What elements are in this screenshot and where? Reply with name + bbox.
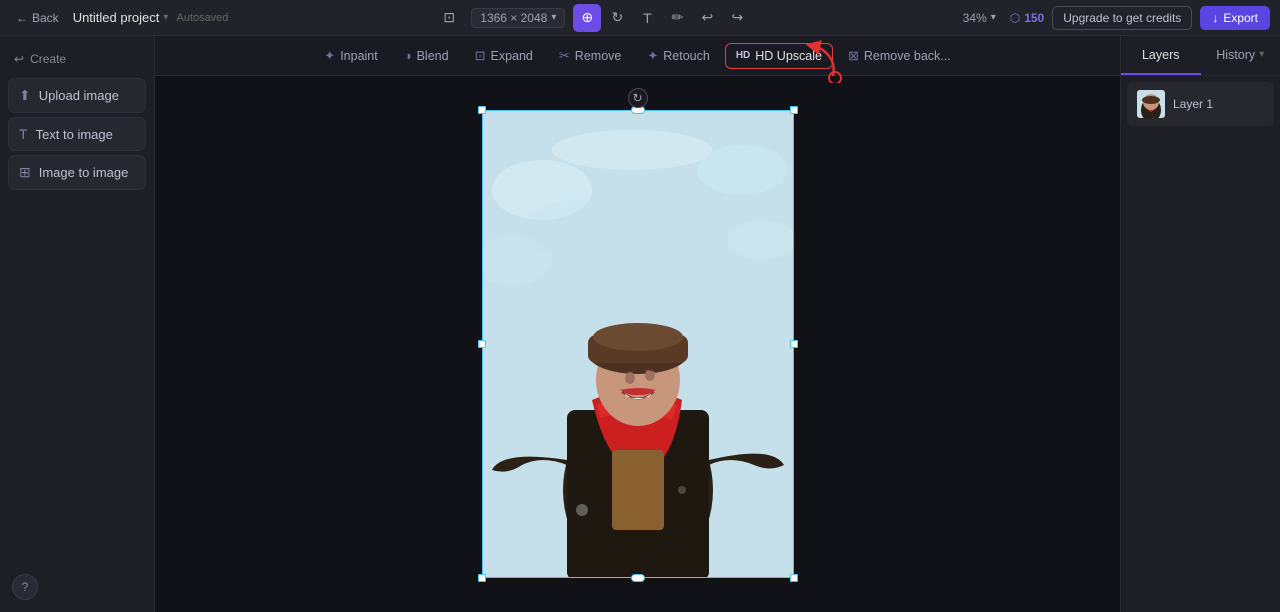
hd-upscale-tab[interactable]: HD HD Upscale xyxy=(725,43,833,69)
inpaint-icon: ✦ xyxy=(324,48,335,64)
select-tool-button[interactable]: ⊕ xyxy=(573,4,601,32)
handle-middle-left[interactable] xyxy=(478,340,486,348)
text-to-image-button[interactable]: T Text to image xyxy=(8,117,146,151)
expand-label: Expand xyxy=(490,49,532,63)
text-to-image-label: Text to image xyxy=(36,127,113,142)
upgrade-button[interactable]: Upgrade to get credits xyxy=(1052,6,1192,30)
redo-button[interactable]: ↪ xyxy=(723,4,751,32)
image-to-image-label: Image to image xyxy=(39,165,129,180)
remove-icon: ✂ xyxy=(559,48,570,64)
remove-bg-icon: ⊠ xyxy=(848,48,859,64)
back-label: Back xyxy=(32,11,59,25)
handle-top-right[interactable] xyxy=(790,106,798,114)
text-tool-button[interactable]: T xyxy=(633,4,661,32)
topbar-right: 34% ▾ ⬡ 150 Upgrade to get credits ↓ Exp… xyxy=(957,6,1270,30)
export-button[interactable]: ↓ Export xyxy=(1200,6,1270,30)
handle-top-left[interactable] xyxy=(478,106,486,114)
remove-background-label: Remove back... xyxy=(864,49,951,63)
layers-tab[interactable]: Layers xyxy=(1121,36,1201,75)
remove-background-tab[interactable]: ⊠ Remove back... xyxy=(837,42,962,70)
chevron-down-icon: ▾ xyxy=(163,12,168,23)
topbar: ← Back Untitled project ▾ Autosaved ⊡ 13… xyxy=(0,0,1280,36)
project-title: Untitled project xyxy=(73,10,160,25)
dimensions-value: 1366 × 2048 xyxy=(480,11,547,25)
inpaint-label: Inpaint xyxy=(340,49,378,63)
hd-upscale-label: HD Upscale xyxy=(755,49,822,63)
remove-label: Remove xyxy=(575,49,622,63)
undo-button[interactable]: ↩ xyxy=(693,4,721,32)
credits-value: 150 xyxy=(1024,11,1044,25)
canvas-area: ✦ Inpaint ◑ Blend ⊡ Expand ✂ Remove ✦ Re… xyxy=(155,36,1120,612)
rotate-handle[interactable]: ↻ xyxy=(628,88,648,108)
chevron-down-icon: ▾ xyxy=(551,12,556,23)
retouch-tab[interactable]: ✦ Retouch xyxy=(636,42,720,70)
export-label: Export xyxy=(1223,11,1258,25)
project-name[interactable]: Untitled project ▾ xyxy=(73,10,169,25)
image-to-image-button[interactable]: ⊞ Image to image xyxy=(8,155,146,190)
toolbar-icons: ⊡ xyxy=(435,4,463,32)
blend-tab[interactable]: ◑ Blend xyxy=(393,42,460,69)
back-button[interactable]: ← Back xyxy=(10,8,65,28)
upload-icon: ⬆ xyxy=(19,87,31,104)
history-label: History xyxy=(1216,48,1255,62)
canvas-image-container[interactable]: ↻ xyxy=(482,110,794,578)
credits-icon: ⬡ xyxy=(1010,11,1020,25)
upload-image-button[interactable]: ⬆ Upload image xyxy=(8,78,146,113)
dimension-badge[interactable]: 1366 × 2048 ▾ xyxy=(471,8,565,28)
image-icon: ⊞ xyxy=(19,164,31,181)
retouch-label: Retouch xyxy=(663,49,710,63)
layer-name: Layer 1 xyxy=(1173,97,1213,111)
tools-bar: ✦ Inpaint ◑ Blend ⊡ Expand ✂ Remove ✦ Re… xyxy=(155,36,1120,76)
blend-label: Blend xyxy=(417,49,449,63)
right-sidebar: Layers History ▾ Layer 1 xyxy=(1120,36,1280,612)
handle-middle-right[interactable] xyxy=(790,340,798,348)
plus-icon: ↩ xyxy=(14,52,24,66)
back-icon: ← xyxy=(16,11,28,25)
canvas-image xyxy=(482,110,794,578)
text-icon: T xyxy=(19,126,28,142)
chevron-down-icon: ▾ xyxy=(1259,49,1264,60)
download-icon: ↓ xyxy=(1212,11,1218,25)
topbar-left: ← Back Untitled project ▾ Autosaved xyxy=(10,8,230,28)
autosaved-status: Autosaved xyxy=(176,12,228,24)
topbar-center: ⊡ 1366 × 2048 ▾ ⊕ ↻ T ✏ ↩ ↪ xyxy=(238,4,949,32)
layer-thumbnail xyxy=(1137,90,1165,118)
retouch-icon: ✦ xyxy=(647,48,658,64)
create-label: Create xyxy=(30,52,66,66)
zoom-control[interactable]: 34% ▾ xyxy=(957,8,1002,28)
edit-tools: ⊕ ↻ T ✏ ↩ ↪ xyxy=(573,4,751,32)
expand-icon: ⊡ xyxy=(475,48,486,64)
hd-icon: HD xyxy=(736,50,750,61)
right-sidebar-tabs: Layers History ▾ xyxy=(1121,36,1280,76)
remove-tab[interactable]: ✂ Remove xyxy=(548,42,632,70)
handle-bottom-right[interactable] xyxy=(790,574,798,582)
frame-tool-button[interactable]: ⊡ xyxy=(435,4,463,32)
inpaint-tab[interactable]: ✦ Inpaint xyxy=(313,42,388,70)
handle-bottom-left[interactable] xyxy=(478,574,486,582)
blend-icon: ◑ xyxy=(404,48,412,63)
zoom-value: 34% xyxy=(963,11,987,25)
create-header: ↩ Create xyxy=(8,48,146,70)
layer-thumb-svg xyxy=(1137,90,1165,118)
photo-svg xyxy=(482,110,794,578)
handle-bottom-center[interactable] xyxy=(631,574,645,582)
chevron-down-icon: ▾ xyxy=(991,12,996,23)
history-tab[interactable]: History ▾ xyxy=(1201,36,1280,75)
rotate-tool-button[interactable]: ↻ xyxy=(603,4,631,32)
left-sidebar: ↩ Create ⬆ Upload image T Text to image … xyxy=(0,36,155,612)
main-layout: ↩ Create ⬆ Upload image T Text to image … xyxy=(0,36,1280,612)
credits-badge: ⬡ 150 xyxy=(1010,11,1045,25)
question-icon: ? xyxy=(22,580,29,594)
layers-label: Layers xyxy=(1142,48,1180,62)
upload-image-label: Upload image xyxy=(39,88,119,103)
layer-item[interactable]: Layer 1 xyxy=(1127,82,1274,126)
help-button[interactable]: ? xyxy=(12,574,38,600)
expand-tab[interactable]: ⊡ Expand xyxy=(464,42,544,70)
pen-tool-button[interactable]: ✏ xyxy=(663,4,691,32)
canvas-viewport[interactable]: ↻ xyxy=(155,76,1120,612)
